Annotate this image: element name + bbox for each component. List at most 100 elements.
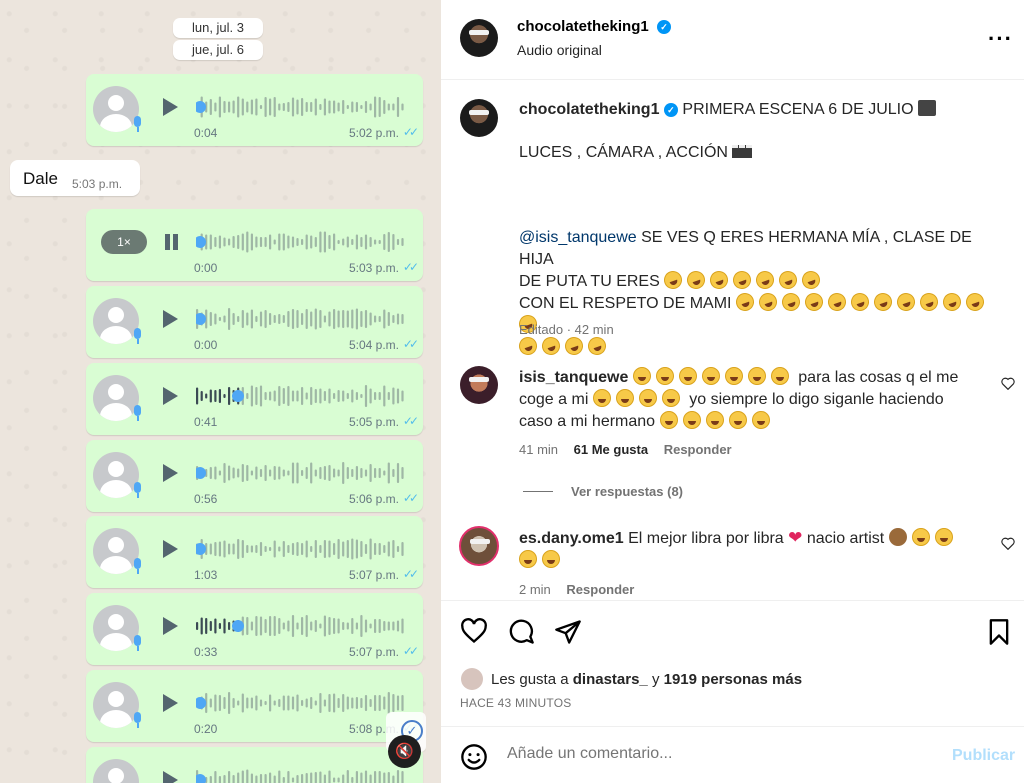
likes-prefix: Les gusta a: [491, 671, 569, 688]
commenter-avatar[interactable]: [459, 526, 499, 566]
avatar: [93, 452, 139, 498]
view-replies-button[interactable]: Ver respuestas (8): [571, 484, 683, 499]
mention-link[interactable]: @isis_tanquewe: [519, 229, 637, 246]
laughing-emoji-row: [516, 334, 611, 358]
message-time: 5:04 p.m.: [348, 338, 399, 352]
message-time: 5:05 p.m.: [348, 415, 399, 429]
caption-line: DE PUTA TU ERES: [519, 273, 660, 290]
read-ticks-icon: ✓✓: [402, 260, 419, 274]
audio-waveform[interactable]: [196, 381, 406, 411]
audio-waveform[interactable]: [196, 227, 406, 257]
comment-time: 41 min: [519, 442, 559, 457]
audio-waveform[interactable]: [196, 688, 406, 718]
comment-time: 2 min: [519, 582, 551, 597]
caption-username[interactable]: chocolatetheking1: [519, 101, 659, 118]
voice-message[interactable]: 0:41 5:05 p.m. ✓✓: [86, 363, 423, 435]
avatar: [93, 298, 139, 344]
audio-label[interactable]: Audio original: [517, 42, 602, 58]
caption-line-row: LUCES , CÁMARA , ACCIÓN: [519, 142, 753, 164]
date-chip: jue, jul. 6: [173, 40, 263, 60]
voice-message[interactable]: 0:33 5:07 p.m. ✓✓: [86, 593, 423, 665]
comment-text: yo siempre lo digo siganle haciendo: [689, 391, 944, 408]
audio-waveform[interactable]: [196, 534, 406, 564]
author-avatar[interactable]: [460, 19, 498, 57]
chat-screenshot: lun, jul. 3 jue, jul. 6 Dale 5:03 p.m. 0…: [0, 0, 441, 783]
likes-connector: y: [651, 671, 660, 688]
voice-duration: 0:04: [194, 126, 218, 140]
voice-message[interactable]: 0:56 5:06 p.m. ✓✓: [86, 440, 423, 512]
voice-message[interactable]: [86, 747, 423, 783]
microphone-icon: [134, 482, 141, 493]
more-icon[interactable]: ···: [988, 26, 1013, 52]
author-avatar[interactable]: [460, 99, 498, 137]
post-time: HACE 43 MINUTOS: [460, 696, 572, 710]
microphone-icon: [134, 405, 141, 416]
message-time: 5:02 p.m.: [348, 126, 399, 140]
comment-like-icon[interactable]: [1001, 537, 1015, 550]
laughing-emoji-row: [661, 268, 825, 292]
voice-message[interactable]: 0:205:08 p.m.✓✓: [86, 670, 423, 742]
message-text: Dale: [23, 169, 58, 188]
voice-message[interactable]: 1:03 5:07 p.m. ✓✓: [86, 516, 423, 588]
voice-message[interactable]: 0:00 5:04 p.m. ✓✓: [86, 286, 423, 358]
play-icon[interactable]: [163, 694, 178, 712]
audio-waveform[interactable]: [196, 765, 406, 783]
comment-username[interactable]: es.dany.ome1: [519, 530, 624, 547]
playback-speed-button[interactable]: 1×: [101, 230, 147, 254]
voice-duration: 0:00: [194, 261, 218, 275]
comment-like-icon[interactable]: [1001, 377, 1015, 390]
caption-line: LUCES , CÁMARA , ACCIÓN: [519, 144, 728, 161]
voice-message[interactable]: 0:04 5:02 p.m. ✓✓: [86, 74, 423, 146]
likes-count[interactable]: 1919 personas más: [664, 671, 802, 688]
avatar: [93, 528, 139, 574]
audio-waveform[interactable]: [196, 611, 406, 641]
microphone-icon: [134, 116, 141, 127]
publish-button[interactable]: Publicar: [952, 747, 1015, 765]
liker-username[interactable]: dinastars_: [573, 671, 648, 688]
share-icon[interactable]: [554, 618, 582, 646]
comment: es.dany.ome1 El mejor libra por libra ❤ …: [519, 527, 979, 572]
pause-icon[interactable]: [163, 232, 181, 252]
liker-avatar[interactable]: [461, 668, 483, 690]
grinning-emoji-row: [659, 411, 775, 430]
message-time: 5:03 p.m.: [72, 177, 123, 191]
audio-waveform[interactable]: [196, 304, 406, 334]
commenter-avatar[interactable]: [460, 366, 498, 404]
read-ticks-icon: ✓✓: [402, 337, 419, 351]
microphone-icon: [134, 712, 141, 723]
play-icon[interactable]: [163, 771, 178, 783]
comment-icon[interactable]: [507, 618, 535, 646]
bookmark-icon[interactable]: [987, 618, 1011, 646]
avatar: [93, 375, 139, 421]
comment: isis_tanquewe para las cosas q el me cog…: [519, 367, 959, 433]
caption-meta: Editado · 42 min: [519, 322, 614, 337]
heart-icon[interactable]: [460, 618, 488, 644]
date-chip: lun, jul. 3: [173, 18, 263, 38]
comment-likes[interactable]: 61 Me gusta: [574, 442, 648, 457]
emoji-icon[interactable]: [460, 743, 488, 771]
comment-username[interactable]: isis_tanquewe: [519, 369, 628, 386]
author-username[interactable]: chocolatetheking1: [517, 18, 649, 35]
avatar: [93, 759, 139, 783]
speaker-muted-icon[interactable]: 🔇: [388, 735, 421, 768]
incoming-message: Dale 5:03 p.m.: [10, 160, 140, 196]
play-icon[interactable]: [163, 540, 178, 558]
voice-duration: 1:03: [194, 568, 218, 582]
comment-text: nacio artist: [806, 530, 885, 547]
comment-input[interactable]: [507, 745, 927, 763]
comment-text: coge a mi: [519, 391, 589, 408]
grinning-emoji-row: [911, 528, 958, 547]
play-icon[interactable]: [163, 387, 178, 405]
voice-duration: 0:20: [194, 722, 218, 736]
voice-message[interactable]: 1× 0:00 5:03 p.m. ✓✓: [86, 209, 423, 281]
audio-waveform[interactable]: [196, 458, 406, 488]
play-icon[interactable]: [163, 617, 178, 635]
reply-button[interactable]: Responder: [664, 442, 732, 457]
play-icon[interactable]: [163, 98, 178, 116]
reply-button[interactable]: Responder: [566, 582, 634, 597]
play-icon[interactable]: [163, 310, 178, 328]
audio-waveform[interactable]: [196, 92, 406, 122]
likes-summary: Les gusta a dinastars_ y 1919 personas m…: [491, 671, 802, 688]
caption-line: CON EL RESPETO DE MAMI: [519, 295, 732, 312]
play-icon[interactable]: [163, 464, 178, 482]
